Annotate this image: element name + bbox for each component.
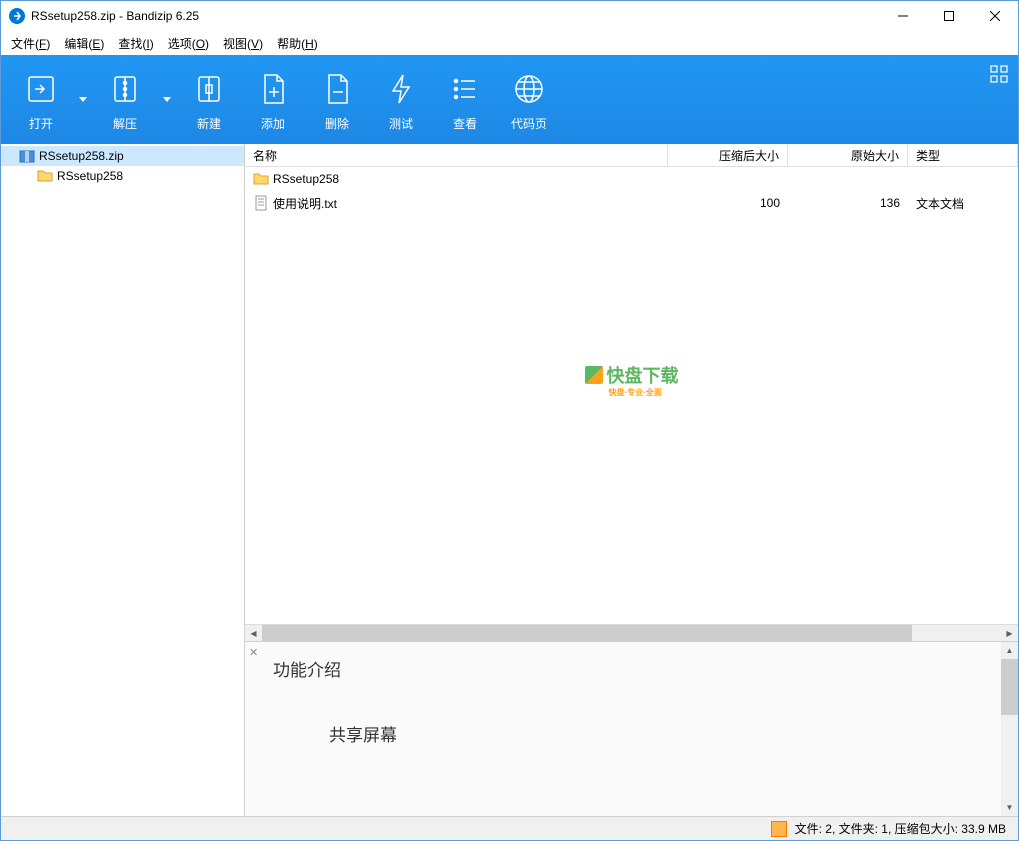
row-original: 136 [788, 196, 908, 210]
toolbar-test-button[interactable]: 测试 [369, 61, 433, 138]
window-title: RSsetup258.zip - Bandizip 6.25 [31, 9, 880, 23]
tree-item-label: RSsetup258 [57, 169, 123, 183]
menu-e[interactable]: 编辑(E) [64, 35, 104, 52]
list-row[interactable]: RSsetup258 [245, 167, 1018, 191]
menubar: 文件(F) 编辑(E) 查找(I) 选项(O) 视图(V) 帮助(H) [1, 31, 1018, 55]
statusbar: 文件: 2, 文件夹: 1, 压缩包大小: 33.9 MB [1, 816, 1018, 840]
new-icon [189, 69, 229, 109]
toolbar-extract-button[interactable]: 解压 [93, 61, 157, 138]
toolbar-label: 添加 [261, 115, 285, 132]
archive-status-icon [771, 821, 787, 837]
maximize-button[interactable] [926, 1, 972, 31]
folder-icon [253, 171, 269, 187]
menu-i[interactable]: 查找(I) [118, 35, 153, 52]
row-compressed: 100 [668, 196, 788, 210]
tree-root-label: RSsetup258.zip [39, 149, 124, 163]
menu-o[interactable]: 选项(O) [168, 35, 209, 52]
extract-icon [105, 69, 145, 109]
view-icon [445, 69, 485, 109]
toolbar-add-button[interactable]: 添加 [241, 61, 305, 138]
toolbar-new-button[interactable]: 新建 [177, 61, 241, 138]
scroll-track-v[interactable] [1001, 659, 1018, 799]
titlebar: RSsetup258.zip - Bandizip 6.25 [1, 1, 1018, 31]
preview-body: 共享屏幕 [329, 721, 977, 746]
preview-vertical-scrollbar[interactable]: ▲ ▼ [1001, 642, 1018, 816]
content-area: RSsetup258.zip RSsetup258 名称 压缩后大小 原始大小 … [1, 144, 1018, 816]
toolbar-label: 代码页 [511, 115, 547, 132]
row-name: RSsetup258 [273, 172, 339, 186]
scroll-down-button[interactable]: ▼ [1001, 799, 1018, 816]
toolbar-menu-icon[interactable] [990, 65, 1008, 83]
row-type: 文本文档 [908, 195, 1018, 212]
toolbar-codepage-button[interactable]: 代码页 [497, 61, 561, 138]
preview-pane: ✕ 功能介绍 共享屏幕 ▲ ▼ [245, 641, 1018, 816]
add-icon [253, 69, 293, 109]
toolbar-open-button[interactable]: 打开 [9, 61, 73, 138]
tree-root-item[interactable]: RSsetup258.zip [1, 146, 244, 166]
toolbar-label: 解压 [113, 115, 137, 132]
toolbar-extract-dropdown[interactable] [157, 55, 177, 144]
list-row[interactable]: 使用说明.txt 100136文本文档 [245, 191, 1018, 215]
toolbar-open-dropdown[interactable] [73, 55, 93, 144]
scroll-right-button[interactable]: ▶ [1001, 625, 1018, 642]
file-list[interactable]: RSsetup258 使用说明.txt 100136文本文档 快盘下载 快盘·专业·… [245, 167, 1018, 624]
row-name: 使用说明.txt [273, 195, 337, 212]
watermark-text: 快盘下载 [607, 362, 679, 388]
close-button[interactable] [972, 1, 1018, 31]
app-window: RSsetup258.zip - Bandizip 6.25 文件(F) 编辑(E… [0, 0, 1019, 841]
toolbar: 打开 解压 新建 添加 删除 测试 查看 代码页 [1, 55, 1018, 144]
toolbar-label: 新建 [197, 115, 221, 132]
open-icon [21, 69, 61, 109]
horizontal-scrollbar[interactable]: ◀ ▶ [245, 624, 1018, 641]
menu-f[interactable]: 文件(F) [11, 35, 50, 52]
menu-h[interactable]: 帮助(H) [277, 35, 318, 52]
col-header-compressed[interactable]: 压缩后大小 [668, 144, 788, 166]
toolbar-label: 打开 [29, 115, 53, 132]
delete-icon [317, 69, 357, 109]
col-header-name[interactable]: 名称 [245, 144, 668, 166]
status-text: 文件: 2, 文件夹: 1, 压缩包大小: 33.9 MB [795, 820, 1006, 837]
app-icon [9, 8, 25, 24]
scroll-track[interactable] [262, 625, 1001, 642]
tree-item[interactable]: RSsetup258 [1, 166, 244, 186]
window-controls [880, 1, 1018, 31]
scroll-thumb[interactable] [262, 625, 912, 642]
toolbar-label: 查看 [453, 115, 477, 132]
menu-v[interactable]: 视图(V) [223, 35, 263, 52]
scroll-thumb-v[interactable] [1001, 659, 1018, 715]
scroll-up-button[interactable]: ▲ [1001, 642, 1018, 659]
watermark-logo-icon [585, 366, 603, 384]
toolbar-view-button[interactable]: 查看 [433, 61, 497, 138]
watermark-subtext: 快盘·专业·全面 [609, 387, 662, 398]
text-file-icon [253, 195, 269, 211]
col-header-type[interactable]: 类型 [908, 144, 1018, 166]
preview-title: 功能介绍 [273, 656, 977, 681]
scroll-left-button[interactable]: ◀ [245, 625, 262, 642]
preview-content: 功能介绍 共享屏幕 [245, 642, 1001, 816]
watermark: 快盘下载 快盘·专业·全面 [585, 362, 679, 388]
list-header: 名称 压缩后大小 原始大小 类型 [245, 144, 1018, 167]
main-pane: 名称 压缩后大小 原始大小 类型 RSsetup258 使用说明.txt 10013… [245, 144, 1018, 816]
folder-icon [37, 168, 53, 184]
preview-close-icon[interactable]: ✕ [249, 646, 258, 659]
tree-sidebar: RSsetup258.zip RSsetup258 [1, 144, 245, 816]
toolbar-label: 删除 [325, 115, 349, 132]
toolbar-label: 测试 [389, 115, 413, 132]
col-header-original[interactable]: 原始大小 [788, 144, 908, 166]
minimize-button[interactable] [880, 1, 926, 31]
codepage-icon [509, 69, 549, 109]
archive-icon [19, 148, 35, 164]
toolbar-delete-button[interactable]: 删除 [305, 61, 369, 138]
test-icon [381, 69, 421, 109]
